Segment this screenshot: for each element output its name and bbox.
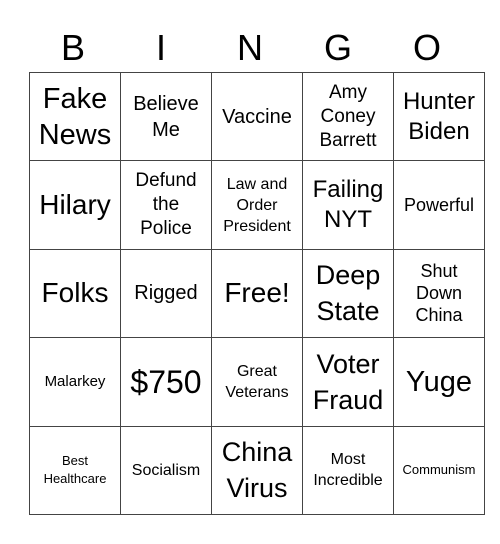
bingo-cell[interactable]: Socialism bbox=[120, 425, 212, 516]
bingo-cell[interactable]: $750 bbox=[120, 337, 212, 427]
bingo-cell[interactable]: Fake News bbox=[29, 71, 121, 162]
bingo-cell[interactable]: Best Healthcare bbox=[29, 425, 121, 516]
bingo-cell[interactable]: Great Veterans bbox=[211, 337, 303, 427]
bingo-cell[interactable]: Deep State bbox=[302, 248, 394, 339]
bingo-cell[interactable]: Failing NYT bbox=[302, 160, 394, 250]
cell-text: Amy Coney Barrett bbox=[319, 81, 377, 151]
bingo-cell[interactable]: Believe Me bbox=[120, 71, 212, 162]
bingo-cell[interactable]: Defund the Police bbox=[120, 160, 212, 250]
cell-text: Yuge bbox=[405, 365, 473, 398]
cell-text: Free! bbox=[224, 277, 290, 309]
cell-text: Believe Me bbox=[133, 92, 199, 141]
cell-text: Vaccine bbox=[222, 105, 292, 128]
bingo-row: Fake News Believe Me Vaccine Amy Coney B… bbox=[29, 71, 485, 162]
cell-text: Rigged bbox=[134, 282, 198, 305]
cell-text: Most Incredible bbox=[313, 451, 383, 490]
cell-text: Shut Down China bbox=[415, 261, 463, 326]
bingo-cell[interactable]: Hilary bbox=[29, 160, 121, 250]
cell-text: Voter Fraud bbox=[312, 348, 384, 415]
bingo-row: Malarkey $750 Great Veterans Voter Fraud… bbox=[29, 337, 485, 427]
cell-text: Fake News bbox=[38, 82, 112, 151]
bingo-cell[interactable]: Voter Fraud bbox=[302, 337, 394, 427]
cell-text: $750 bbox=[130, 363, 202, 400]
bingo-cell[interactable]: Hunter Biden bbox=[393, 71, 485, 162]
bingo-cell[interactable]: Yuge bbox=[393, 337, 485, 427]
header-letter-b: B bbox=[60, 27, 85, 68]
cell-text: Hunter Biden bbox=[402, 87, 476, 145]
cell-text: Communism bbox=[402, 462, 476, 478]
cell-text: Defund the Police bbox=[135, 170, 197, 240]
bingo-cell[interactable]: Folks bbox=[29, 248, 121, 339]
bingo-cell[interactable]: Malarkey bbox=[29, 337, 121, 427]
bingo-cell[interactable]: Rigged bbox=[120, 248, 212, 339]
bingo-card: Fake News Believe Me Vaccine Amy Coney B… bbox=[29, 71, 485, 516]
bingo-cell[interactable]: Communism bbox=[393, 425, 485, 516]
bingo-cell[interactable]: Amy Coney Barrett bbox=[302, 71, 394, 162]
cell-text: Hilary bbox=[39, 189, 111, 221]
bingo-cell[interactable]: Powerful bbox=[393, 160, 485, 250]
bingo-cell[interactable]: Vaccine bbox=[211, 71, 303, 162]
bingo-cell[interactable]: Law and Order President bbox=[211, 160, 303, 250]
cell-text: China Virus bbox=[221, 437, 293, 504]
bingo-cell[interactable]: Shut Down China bbox=[393, 248, 485, 339]
header-letter-g: G bbox=[323, 27, 352, 68]
cell-text: Deep State bbox=[315, 260, 381, 327]
cell-text: Law and Order President bbox=[223, 175, 291, 235]
bingo-cell[interactable]: China Virus bbox=[211, 425, 303, 516]
header-letter-i: I bbox=[155, 27, 166, 68]
bingo-header: B I N G O bbox=[29, 28, 471, 68]
cell-text: Folks bbox=[41, 277, 109, 309]
bingo-cell[interactable]: Most Incredible bbox=[302, 425, 394, 516]
cell-text: Socialism bbox=[131, 461, 201, 479]
header-letter-o: O bbox=[412, 27, 441, 68]
bingo-row: Folks Rigged Free! Deep State Shut Down … bbox=[29, 248, 485, 339]
bingo-cell[interactable]: Free! bbox=[211, 248, 303, 339]
cell-text: Failing NYT bbox=[312, 176, 384, 234]
bingo-row: Best Healthcare Socialism China Virus Mo… bbox=[29, 425, 485, 516]
cell-text: Powerful bbox=[403, 195, 475, 216]
cell-text: Great Veterans bbox=[225, 362, 289, 401]
cell-text: Malarkey bbox=[44, 373, 106, 391]
bingo-row: Hilary Defund the Police Law and Order P… bbox=[29, 160, 485, 250]
header-letter-n: N bbox=[237, 27, 263, 68]
cell-text: Best Healthcare bbox=[43, 453, 107, 487]
